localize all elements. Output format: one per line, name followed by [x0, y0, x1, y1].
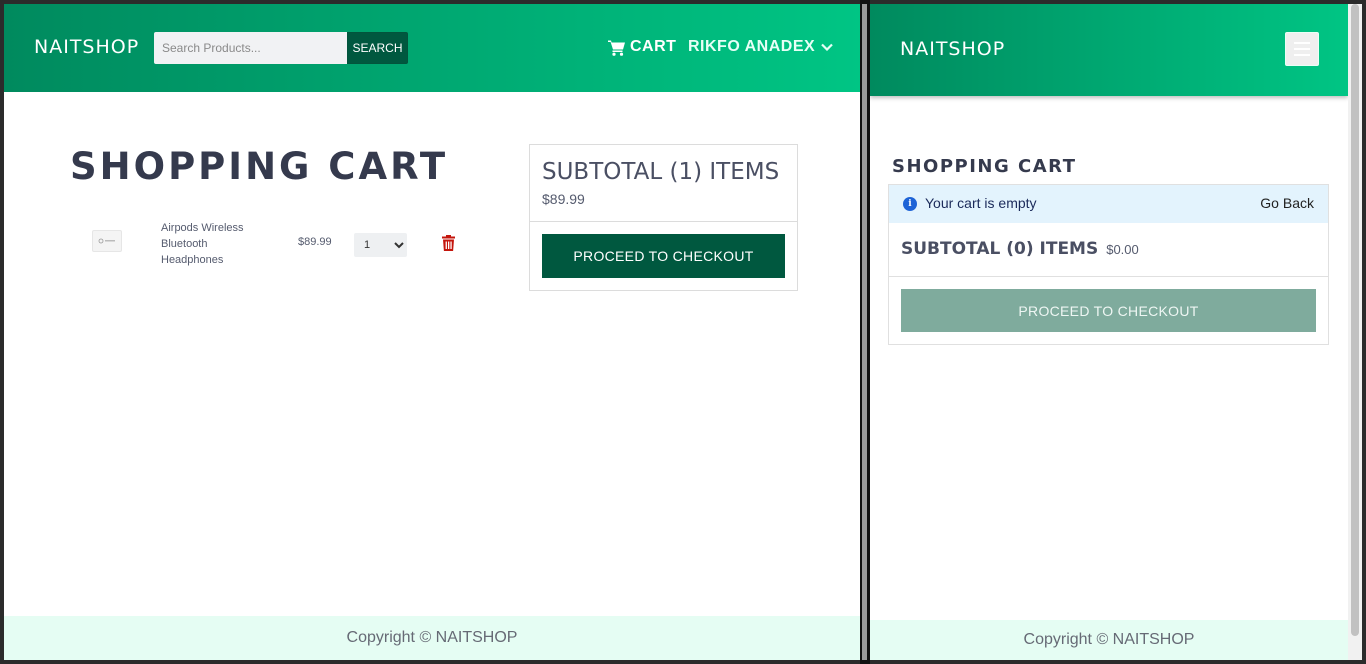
summary-divider: [530, 221, 797, 222]
mobile-window: NAITSHOP SHOPPING CART i Your cart is em…: [870, 4, 1348, 660]
shopping-cart-icon: [608, 40, 625, 56]
empty-cart-alert: i Your cart is empty Go Back: [889, 185, 1328, 223]
subtotal-row: SUBTOTAL (0) ITEMS $0.00: [901, 239, 1139, 259]
info-icon: i: [903, 197, 917, 211]
hamburger-menu-icon: [1294, 48, 1310, 50]
footer-copyright: Copyright © NAITSHOP: [870, 620, 1348, 660]
remove-item-button[interactable]: [440, 235, 456, 253]
window-divider[interactable]: [860, 0, 870, 664]
quantity-select[interactable]: 1: [354, 233, 407, 257]
scrollbar-thumb[interactable]: [1351, 4, 1359, 636]
alert-message: Your cart is empty: [925, 195, 1037, 211]
subtotal-amount: $89.99: [542, 191, 585, 207]
product-name-link[interactable]: Airpods Wireless Bluetooth Headphones: [161, 220, 271, 268]
scrollbar[interactable]: [1348, 4, 1362, 660]
footer-copyright: Copyright © NAITSHOP: [4, 616, 860, 660]
user-menu-toggle[interactable]: RIKFO ANADEX: [688, 38, 833, 56]
user-name: RIKFO ANADEX: [688, 38, 816, 55]
navbar: NAITSHOP SEARCH CART RIKFO ANADEX: [4, 4, 860, 92]
order-summary-card: SUBTOTAL (1) ITEMS $89.99 PROCEED TO CHE…: [529, 144, 798, 291]
chevron-down-icon: [821, 43, 833, 51]
navbar: NAITSHOP: [870, 4, 1348, 96]
search-form: SEARCH: [154, 32, 408, 64]
nav-cart-label: CART: [630, 38, 677, 55]
order-summary-card: i Your cart is empty Go Back SUBTOTAL (0…: [888, 184, 1329, 345]
summary-divider: [889, 276, 1328, 277]
nav-cart-link[interactable]: CART: [608, 38, 676, 56]
hamburger-menu-icon: [1294, 42, 1310, 44]
proceed-to-checkout-button[interactable]: PROCEED TO CHECKOUT: [542, 234, 785, 278]
hamburger-menu-icon: [1294, 54, 1310, 56]
search-input[interactable]: [154, 32, 347, 64]
search-button[interactable]: SEARCH: [347, 32, 408, 64]
page-title: SHOPPING CART: [70, 145, 449, 188]
subtotal-title: SUBTOTAL (0) ITEMS: [901, 239, 1099, 259]
menu-toggle-button[interactable]: [1285, 32, 1319, 66]
subtotal-title: SUBTOTAL (1) ITEMS: [542, 159, 780, 185]
desktop-window: NAITSHOP SEARCH CART RIKFO ANADEX SHOPPI…: [4, 4, 860, 660]
product-thumbnail-icon: [98, 238, 115, 244]
trash-icon: [441, 235, 455, 251]
go-back-link[interactable]: Go Back: [1260, 195, 1314, 211]
divider-grip[interactable]: [862, 4, 867, 660]
page-title: SHOPPING CART: [892, 156, 1077, 177]
subtotal-amount: $0.00: [1106, 242, 1139, 257]
brand-logo[interactable]: NAITSHOP: [34, 36, 139, 58]
proceed-to-checkout-button: PROCEED TO CHECKOUT: [901, 289, 1316, 332]
product-image[interactable]: [92, 230, 122, 252]
cart-item-row: Airpods Wireless Bluetooth Headphones $8…: [70, 216, 470, 266]
product-price: $89.99: [298, 236, 332, 248]
brand-logo[interactable]: NAITSHOP: [900, 38, 1005, 60]
